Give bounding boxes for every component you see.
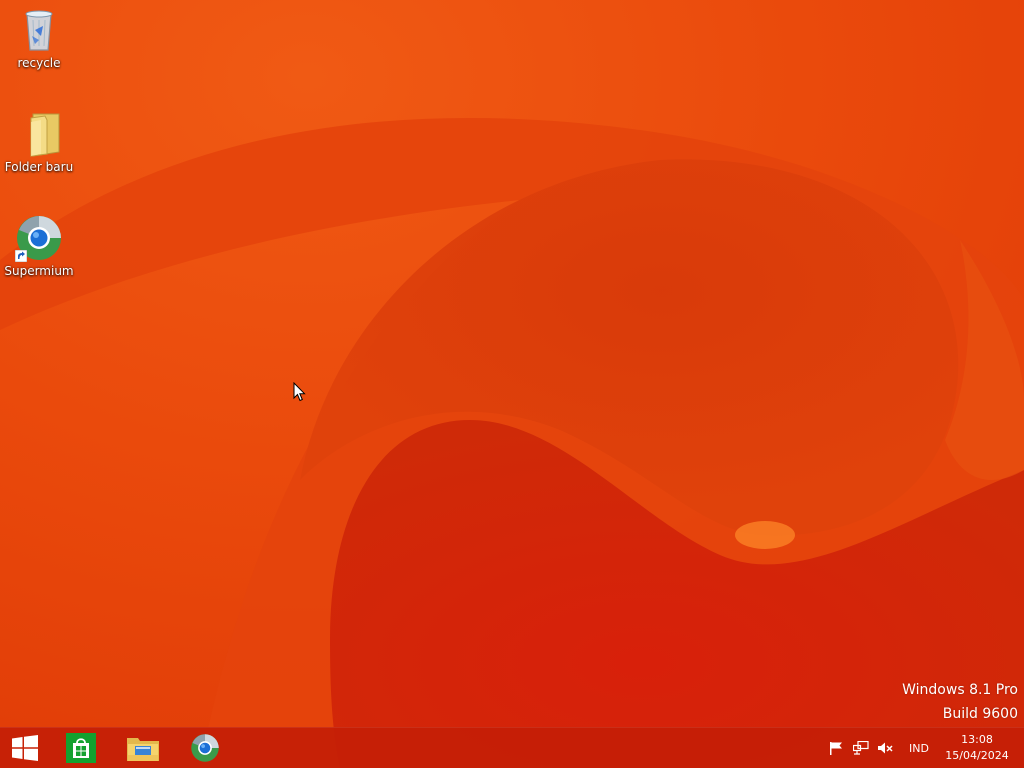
- desktop-icon-label: Supermium: [4, 264, 74, 278]
- volume-button[interactable]: [875, 728, 895, 768]
- language-indicator[interactable]: IND: [903, 728, 935, 768]
- shortcut-arrow-icon: [15, 250, 27, 262]
- desktop-icon-recycle[interactable]: recycle: [1, 6, 77, 70]
- desktop[interactable]: recycle Folder baru Supermium Windows 8.…: [0, 0, 1024, 768]
- mouse-cursor-icon: [293, 381, 307, 406]
- desktop-icon-label: recycle: [17, 56, 61, 70]
- file-explorer-icon: [127, 738, 159, 761]
- network-icon: [853, 741, 869, 755]
- supermium-icon: [15, 214, 63, 262]
- windows-version-watermark: Windows 8.1 Pro Build 9600: [902, 678, 1018, 726]
- folder-icon: [15, 110, 63, 158]
- clock[interactable]: 13:08 15/04/2024: [940, 728, 1014, 768]
- watermark-build: Build 9600: [942, 706, 1018, 722]
- recycle-bin-icon: [15, 6, 63, 54]
- taskbar-file-explorer-button[interactable]: [118, 728, 168, 768]
- taskbar: IND 13:08 15/04/2024: [0, 727, 1024, 768]
- windows-logo-icon: [12, 735, 38, 761]
- taskbar-store-button[interactable]: [56, 728, 106, 768]
- desktop-icon-label: Folder baru: [4, 160, 74, 174]
- desktop-icon-supermium[interactable]: Supermium: [1, 214, 77, 278]
- watermark-edition: Windows 8.1 Pro: [902, 682, 1018, 698]
- network-button[interactable]: [850, 728, 872, 768]
- action-center-flag-icon: [830, 742, 842, 755]
- clock-time: 13:08: [961, 733, 993, 746]
- wallpaper-swirl: [0, 0, 1024, 768]
- supermium-icon: [191, 734, 219, 762]
- action-center-button[interactable]: [826, 728, 846, 768]
- taskbar-supermium-button[interactable]: [180, 728, 230, 768]
- start-button[interactable]: [0, 728, 50, 768]
- volume-muted-icon: [878, 742, 893, 754]
- clock-date: 15/04/2024: [945, 749, 1009, 762]
- desktop-icon-folder-baru[interactable]: Folder baru: [1, 110, 77, 174]
- store-icon: [66, 733, 96, 763]
